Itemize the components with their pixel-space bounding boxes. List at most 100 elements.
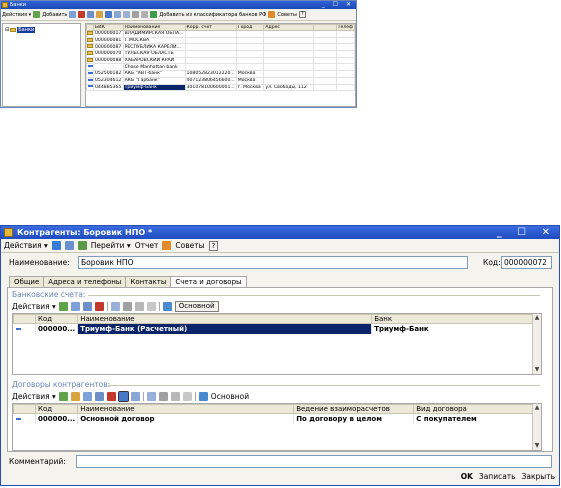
code-cell: 000000...	[35, 413, 79, 424]
move-icon[interactable]	[130, 391, 140, 401]
delete-icon[interactable]	[94, 301, 104, 311]
save-icon[interactable]	[64, 241, 74, 250]
hierarchy-icon[interactable]	[105, 11, 113, 18]
col-bank[interactable]: Банк	[371, 314, 538, 324]
table-row[interactable]: 000000017 ВЛАДИМИРСКАЯ ОБЛА...	[86, 30, 356, 38]
add-icon[interactable]	[58, 301, 68, 311]
col-name[interactable]: Наименование	[77, 314, 373, 324]
tree-root[interactable]: ⊟ Банки	[5, 27, 36, 33]
table-row[interactable]: 000000081 Г.МОСКВА	[86, 36, 356, 45]
contracts-label: Договоры контрагентов:	[12, 380, 111, 389]
name-cell: РЕСПУБЛИКА КАРЕЛИ...	[122, 43, 186, 52]
goto-menu[interactable]: Перейти ▾	[91, 241, 131, 250]
filter-icon[interactable]	[158, 391, 168, 401]
name-cell: ВЛАДИМИРСКАЯ ОБЛА...	[122, 30, 186, 38]
copy-icon[interactable]	[70, 301, 80, 311]
find-icon[interactable]	[123, 11, 131, 18]
kind-cell: С покупателем	[413, 413, 538, 424]
tab-addresses[interactable]: Адреса и телефоны	[43, 276, 127, 287]
col-code[interactable]: Код	[34, 404, 79, 414]
edit-icon[interactable]	[87, 11, 95, 18]
col-code[interactable]: Код	[34, 314, 79, 324]
main-contract-button[interactable]: Основной	[211, 392, 249, 401]
tab-contacts[interactable]: Контакты	[125, 276, 172, 287]
filter-icon[interactable]	[122, 301, 132, 311]
tips-button[interactable]: Советы	[277, 12, 296, 18]
tips-icon[interactable]	[162, 241, 172, 250]
filter-menu-icon[interactable]	[134, 301, 144, 311]
delete-icon[interactable]	[106, 391, 116, 401]
edit-icon[interactable]	[94, 391, 104, 401]
actions-menu[interactable]: Действия ▾	[12, 392, 56, 401]
folder-add-icon[interactable]	[70, 391, 80, 401]
table-row[interactable]: 044885365 Триумф-Банк 301078100600001... г.…	[86, 83, 356, 92]
folder-icon	[87, 38, 93, 42]
classifier-button[interactable]: Добавить из классификатора банков РФ	[159, 12, 266, 18]
filter-menu-icon[interactable]	[170, 391, 180, 401]
tips-icon[interactable]	[268, 11, 276, 18]
copy-icon[interactable]	[82, 391, 92, 401]
hierarchy-icon[interactable]	[117, 390, 129, 402]
bank-accounts-header: Код Наименование Банк	[13, 314, 538, 324]
tree-icon[interactable]	[77, 241, 87, 250]
expand-icon[interactable]: ⊟	[5, 27, 9, 33]
table-row[interactable]: 000000087 РЕСПУБЛИКА КАРЕЛИ...	[86, 43, 356, 52]
table-row[interactable]: 000000088 ХАБАРОВСКИЙ КРАЙ	[86, 56, 356, 65]
help-icon[interactable]: ?	[298, 11, 306, 18]
refresh-icon[interactable]	[114, 11, 122, 18]
vertical-scrollbar[interactable]: ▲ ▼	[532, 404, 541, 450]
actions-menu[interactable]: Действия ▾	[2, 12, 31, 18]
tab-general[interactable]: Общие	[9, 276, 45, 287]
table-row[interactable]: 000000070 ТУЛЬСКАЯ ОБЛАСТЬ	[86, 50, 356, 58]
delete-icon[interactable]	[78, 11, 86, 18]
col-settlement[interactable]: Ведение взаиморасчетов	[293, 404, 415, 414]
report-button[interactable]: Отчет	[135, 241, 159, 250]
scroll-down-icon[interactable]: ▼	[533, 366, 541, 374]
name-field[interactable]: Боровик НПО	[78, 256, 468, 269]
classifier-icon[interactable]	[150, 11, 158, 18]
table-row[interactable]: 000000... Основной договор По договору в ц…	[13, 413, 538, 424]
bik-cell: 000000017	[93, 30, 124, 38]
refresh-icon[interactable]	[198, 391, 208, 401]
help-button[interactable]: ?	[208, 240, 219, 251]
window-controls[interactable]: _ ☐ ✕	[322, 1, 354, 9]
table-row[interactable]: 052500182 АКБ "АВТ-банк" 108052823012220..…	[86, 70, 356, 78]
main-account-button[interactable]: Основной	[174, 300, 219, 312]
table-row[interactable]: Chase Manhattan bank	[86, 63, 356, 72]
code-field[interactable]: 000000072	[501, 256, 552, 269]
scroll-up-icon[interactable]: ▲	[533, 404, 541, 412]
add-button[interactable]: Добавить	[42, 12, 67, 18]
col-name[interactable]: Наименование	[77, 404, 295, 414]
refresh-icon[interactable]	[162, 301, 172, 311]
contractor-toolbar: Действия ▾ Перейти ▾ Отчет Советы ?	[1, 239, 559, 253]
back-icon[interactable]	[51, 241, 61, 250]
col-phone[interactable]: Телеф	[335, 24, 356, 31]
bik-cell: 044885365	[93, 83, 124, 92]
find-icon[interactable]	[146, 391, 156, 401]
actions-menu[interactable]: Действия ▾	[4, 241, 48, 250]
table-row[interactable]: 052304612 АКБ "Гарбанк" 407123806456600...…	[86, 76, 356, 85]
scroll-up-icon[interactable]: ▲	[533, 314, 541, 322]
tips-button[interactable]: Советы	[175, 241, 204, 250]
bank-accounts-grid: Код Наименование Банк 000000... Триумф-Ба…	[12, 313, 542, 375]
add-icon[interactable]	[58, 391, 68, 401]
add-icon[interactable]	[33, 11, 41, 18]
scroll-down-icon[interactable]: ▼	[533, 442, 541, 450]
save-button[interactable]: Записать	[479, 472, 516, 481]
close-button[interactable]: Закрыть	[522, 472, 555, 481]
table-row[interactable]: 000000... Триумф-Банк (Расчетный) Триумф-Б…	[13, 323, 538, 334]
ok-button[interactable]: OK	[461, 472, 473, 481]
folder-add-icon[interactable]	[96, 11, 104, 18]
vertical-scrollbar[interactable]: ▲ ▼	[532, 314, 541, 374]
window-controls[interactable]: _ ☐ ✕	[497, 226, 556, 239]
actions-menu[interactable]: Действия ▾	[12, 302, 56, 311]
edit-icon[interactable]	[82, 301, 92, 311]
col-kind[interactable]: Вид договора	[413, 404, 538, 414]
filter-off-icon[interactable]	[141, 11, 149, 18]
filter-icon[interactable]	[132, 11, 140, 18]
filter-off-icon[interactable]	[146, 301, 156, 311]
find-icon[interactable]	[110, 301, 120, 311]
filter-off-icon[interactable]	[182, 391, 192, 401]
corr-cell	[184, 56, 237, 65]
copy-icon[interactable]	[69, 11, 77, 18]
